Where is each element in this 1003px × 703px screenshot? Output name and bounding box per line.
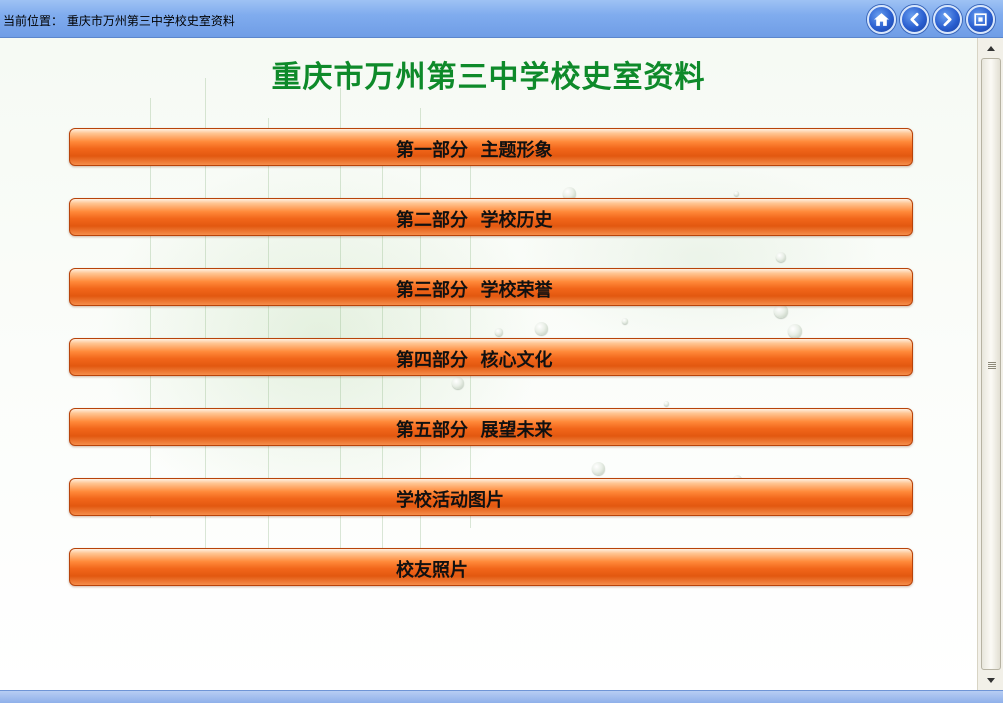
menu-item-label: 第四部分 核心文化 xyxy=(396,350,553,371)
home-button[interactable] xyxy=(867,5,896,34)
content-area: 重庆市万州第三中学校史室资料 第一部分 主题形象 第二部分 学校历史 第三部分 … xyxy=(0,38,977,690)
water-drop xyxy=(622,318,628,324)
water-drop xyxy=(788,324,802,338)
menu-item-label: 第三部分 学校荣誉 xyxy=(396,280,553,301)
water-drop xyxy=(664,401,669,406)
menu-item-label: 第五部分 展望未来 xyxy=(396,420,553,441)
menu-item-part-5[interactable]: 第五部分 展望未来 xyxy=(69,408,913,446)
arrow-down-icon xyxy=(987,677,995,683)
fullscreen-icon xyxy=(974,13,987,26)
menu-item-part-2[interactable]: 第二部分 学校历史 xyxy=(69,198,913,236)
grip-icon xyxy=(988,362,996,370)
back-icon xyxy=(910,12,919,27)
back-button[interactable] xyxy=(900,5,929,34)
home-icon xyxy=(874,13,889,26)
breadcrumb: 当前位置： 重庆市万州第三中学校史室资料 xyxy=(3,14,235,28)
scroll-down-button[interactable] xyxy=(980,671,1002,689)
scroll-thumb[interactable] xyxy=(981,58,1001,670)
fullscreen-button[interactable] xyxy=(966,5,995,34)
forward-button[interactable] xyxy=(933,5,962,34)
water-drop xyxy=(592,462,605,475)
nav-button-group xyxy=(867,5,995,34)
arrow-up-icon xyxy=(987,45,995,51)
bottom-frame-border xyxy=(0,690,1003,703)
menu-item-label: 校友照片 xyxy=(396,560,468,581)
location-bar: 当前位置： 重庆市万州第三中学校史室资料 xyxy=(0,0,1003,38)
menu-item-part-4[interactable]: 第四部分 核心文化 xyxy=(69,338,913,376)
water-drop xyxy=(452,377,464,389)
menu-item-label: 第二部分 学校历史 xyxy=(396,210,553,231)
forward-icon xyxy=(943,12,952,27)
water-drop xyxy=(734,191,739,196)
menu-item-label: 第一部分 主题形象 xyxy=(396,140,553,161)
menu-item-activity-photos[interactable]: 学校活动图片 xyxy=(69,478,913,516)
water-drop xyxy=(776,252,786,262)
scroll-up-button[interactable] xyxy=(980,39,1002,57)
water-drop xyxy=(495,328,503,336)
water-drop xyxy=(535,322,548,335)
vertical-scrollbar[interactable] xyxy=(977,38,1003,690)
menu-item-label: 学校活动图片 xyxy=(396,490,504,511)
menu-item-part-3[interactable]: 第三部分 学校荣誉 xyxy=(69,268,913,306)
water-drop xyxy=(774,304,788,318)
menu-item-part-1[interactable]: 第一部分 主题形象 xyxy=(69,128,913,166)
page-title: 重庆市万州第三中学校史室资料 xyxy=(271,60,706,95)
menu-item-alumni-photos[interactable]: 校友照片 xyxy=(69,548,913,586)
